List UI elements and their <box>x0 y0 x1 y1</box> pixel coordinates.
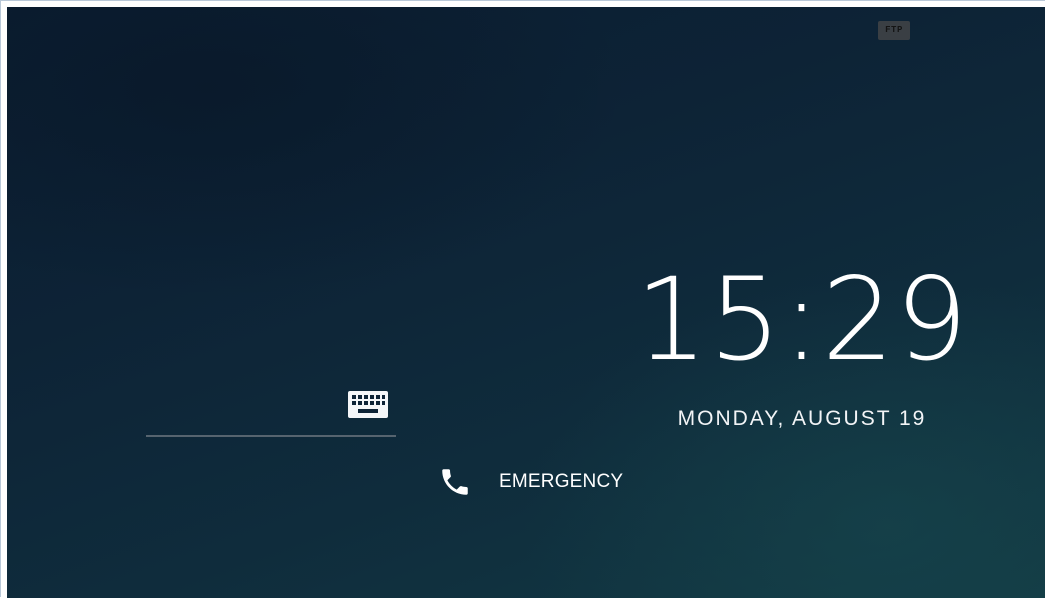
pin-entry <box>146 379 396 437</box>
emergency-label: EMERGENCY <box>499 471 624 492</box>
pin-underline <box>146 435 396 437</box>
lock-screen: FTP 15:29 MONDAY, AUGUST 19 EMERGENCY <box>7 7 1045 598</box>
keyboard-button[interactable] <box>346 387 390 423</box>
clock-date: MONDAY, AUGUST 19 <box>677 407 927 430</box>
pin-input[interactable] <box>146 389 354 425</box>
ftp-status-badge: FTP <box>878 21 910 40</box>
keyboard-icon <box>348 391 388 418</box>
window-frame: FTP 15:29 MONDAY, AUGUST 19 EMERGENCY <box>0 0 1045 598</box>
clock-time: 15:29 <box>635 253 969 386</box>
emergency-call-button[interactable]: EMERGENCY <box>432 459 642 505</box>
phone-icon <box>442 469 468 495</box>
